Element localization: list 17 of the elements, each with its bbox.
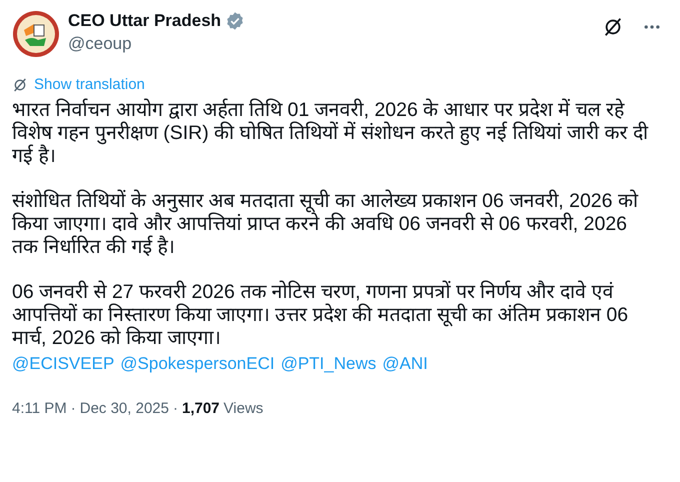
view-count: 1,707 [182, 398, 220, 418]
show-translation-link[interactable]: Show translation [34, 74, 145, 96]
separator-dot: · [172, 398, 178, 418]
post-paragraph: संशोधित तिथियों के अनुसार अब मतदाता सूची का आलेख्य प्रकाशन 06 जनवरी, 2026 को किया जाएगा। दावे और आपत्तियां प्राप्त करने की अवधि 06 जनवरी से 06 फरवरी, 2026 तक निर्धारित की गई है। [12, 190, 640, 258]
post-paragraph: भारत निर्वाचन आयोग द्वारा अर्हता तिथि 01 जनवरी, 2026 के आधार पर प्रदेश में चल रहे विशेष गहन पुनरीक्षण (SIR) की घोषित तिथियों में संशोधन करते हुए नई तिथियां जारी कर दी गई है। [12, 98, 650, 168]
mention-link[interactable]: @ANI [382, 352, 428, 376]
post-paragraph: 06 जनवरी से 27 फरवरी 2026 तक नोटिस चरण, गणना प्रपत्रों पर निर्णय और दावे एवं आपत्तियों का निस्तारण किया जाएगा। उत्तर प्रदेश की मतदाता सूची का अंतिम प्रकाशन 06 मार्च, 2026 को किया जाएगा। [12, 280, 630, 350]
post-timestamp: Dec 30, 2025 [80, 398, 169, 418]
author-handle[interactable]: @ceoup [68, 32, 246, 56]
separator-dot: · [70, 398, 76, 418]
post-timestamp: 4:11 PM [12, 398, 67, 418]
mention-link[interactable]: @PTI_News [280, 352, 376, 376]
mention-link[interactable]: @SpokespersonECI [120, 352, 275, 376]
avatar[interactable] [12, 10, 60, 58]
mention-link[interactable]: @ECISVEEP [12, 352, 114, 376]
views-label: Views [224, 398, 264, 418]
author-name[interactable]: CEO Uttar Pradesh [68, 10, 222, 32]
